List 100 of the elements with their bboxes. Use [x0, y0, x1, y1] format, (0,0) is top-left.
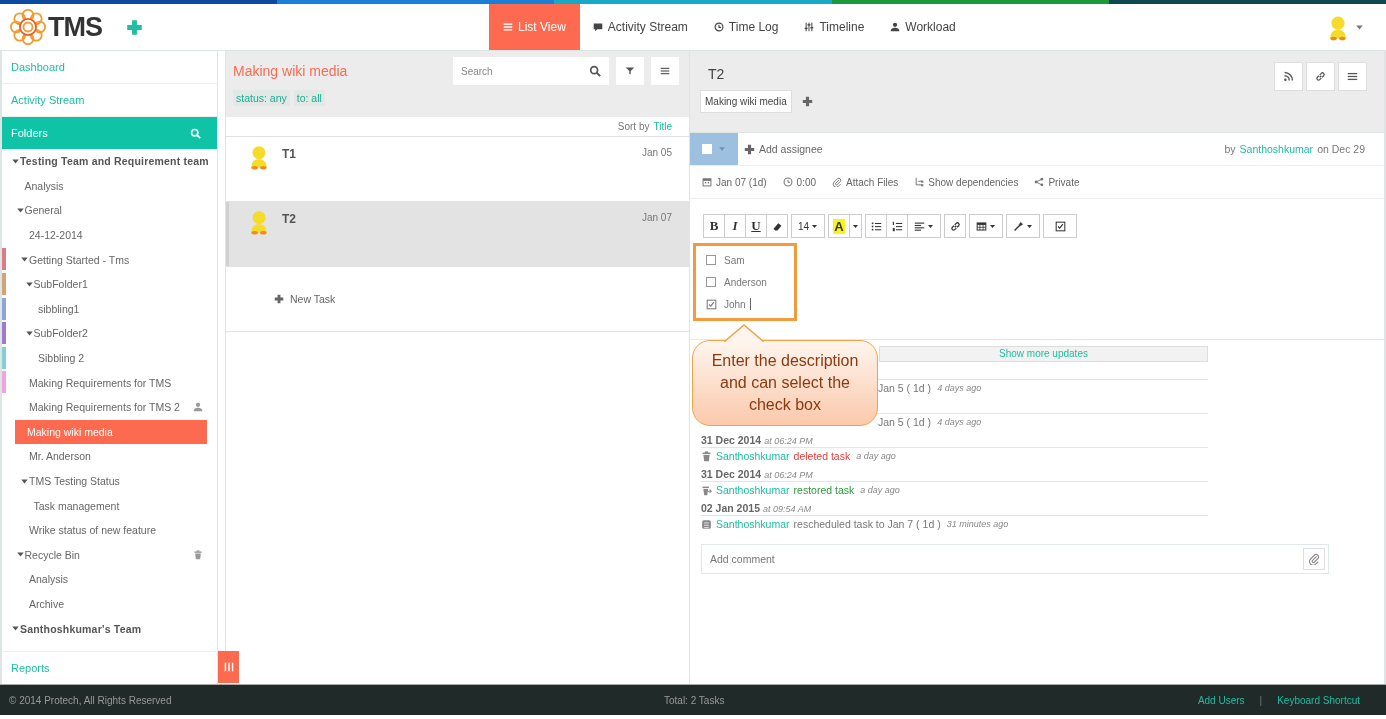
- style-button[interactable]: [1006, 214, 1040, 238]
- plus-icon: [274, 294, 284, 304]
- add-assignee-link[interactable]: Add assignee: [744, 143, 823, 155]
- meta-time-link[interactable]: 0:00: [782, 176, 817, 188]
- comment-field[interactable]: Add comment: [701, 544, 1329, 574]
- menu-icon: [1347, 71, 1358, 82]
- numbered-list-button[interactable]: [886, 214, 908, 238]
- footer-link[interactable]: Keyboard Shortcut: [1277, 694, 1360, 706]
- menu-button[interactable]: [651, 57, 679, 85]
- activity-time: at 09:54 AM: [762, 504, 812, 514]
- collapse-handle[interactable]: [218, 651, 239, 683]
- checkbox[interactable]: [706, 299, 716, 309]
- nav-tab[interactable]: Workload: [877, 4, 969, 50]
- activity-age: 4 days ago: [937, 383, 982, 393]
- task-date: Jan 07: [641, 211, 672, 223]
- filter-button[interactable]: [616, 57, 644, 85]
- dependencies-icon: [914, 177, 925, 187]
- meta-dependencies-link[interactable]: Show dependencies: [914, 176, 1019, 188]
- folder-item[interactable]: Getting Started - Tms: [2, 247, 217, 272]
- text-color-button[interactable]: A: [828, 214, 850, 238]
- author-prefix: by: [1224, 143, 1236, 155]
- folder-item[interactable]: Making Requirements for TMS 2: [2, 394, 217, 420]
- nav-tab[interactable]: Timeline: [791, 4, 878, 50]
- folder-title: Making wiki media: [233, 63, 349, 79]
- menu-button[interactable]: [1338, 62, 1367, 91]
- folder-item[interactable]: sibbling1: [2, 296, 217, 322]
- activity-time: at 06:24 PM: [764, 436, 813, 446]
- meta-privacy-link[interactable]: Private: [1034, 176, 1080, 188]
- folder-label: Getting Started - Tms: [29, 253, 130, 266]
- folder-item[interactable]: Mr. Anderson: [2, 444, 217, 469]
- activity-date: 31 Dec 2014: [701, 468, 762, 480]
- font-size-button[interactable]: 14: [791, 214, 825, 238]
- plus-icon: [126, 18, 143, 36]
- link-button[interactable]: [944, 214, 966, 238]
- footer-link[interactable]: Add Users: [1197, 694, 1245, 706]
- align-button[interactable]: [907, 214, 941, 238]
- flower-logo-icon: [10, 9, 46, 45]
- folder-label: Making wiki media: [27, 425, 113, 438]
- share-icon: [1034, 177, 1045, 187]
- folder-item[interactable]: Archive: [2, 591, 217, 617]
- list-icon: [503, 22, 513, 32]
- folder-item[interactable]: Analysis: [2, 567, 217, 592]
- table-button[interactable]: [969, 214, 1003, 238]
- underline-button[interactable]: U: [745, 214, 767, 238]
- search-field[interactable]: Search: [453, 57, 609, 85]
- sliders-icon: [804, 22, 815, 32]
- clear-format-button[interactable]: [766, 214, 788, 238]
- bullet-list-button[interactable]: [865, 214, 887, 238]
- folder-item[interactable]: 24-12-2014: [2, 222, 217, 248]
- caret-icon: [811, 222, 819, 230]
- folder-item[interactable]: TMS Testing Status: [2, 468, 217, 494]
- trash-icon: [701, 450, 712, 462]
- italic-button[interactable]: I: [724, 214, 746, 238]
- folder-item[interactable]: SubFolder2: [2, 321, 217, 346]
- attach-button[interactable]: [1303, 548, 1325, 570]
- clock-icon: [782, 177, 793, 187]
- numbered-list-icon: [891, 220, 903, 232]
- magic-wand-icon: [1013, 220, 1024, 232]
- calendar-icon: [701, 518, 712, 530]
- color-dropdown-button[interactable]: [849, 214, 862, 238]
- new-task-link[interactable]: New Task: [274, 293, 336, 305]
- meta-attach-link[interactable]: Attach Files: [832, 176, 899, 188]
- person-icon: [193, 402, 203, 413]
- caret-icon: [718, 145, 726, 153]
- folder-item[interactable]: General: [2, 198, 217, 223]
- checkbox[interactable]: [706, 277, 716, 287]
- folder-label: Archive: [29, 598, 64, 610]
- folder-item[interactable]: Recycle Bin: [2, 542, 217, 568]
- folder-item[interactable]: SubFolder1: [2, 271, 217, 297]
- meta-date-link[interactable]: Jan 07 (1d): [702, 176, 767, 188]
- folder-item[interactable]: Task management: [2, 493, 217, 518]
- folder-item[interactable]: Wrike status of new feature: [2, 517, 217, 543]
- folder-item[interactable]: Analysis: [2, 173, 217, 199]
- folder-item[interactable]: Making Requirements for TMS: [2, 370, 217, 395]
- folder-item[interactable]: Testing Team and Requirement team: [2, 149, 217, 174]
- folder-tag[interactable]: Making wiki media: [700, 90, 792, 113]
- bold-button[interactable]: B: [703, 214, 725, 238]
- add-button[interactable]: [126, 18, 143, 36]
- folder-item[interactable]: Sibbling 2: [2, 345, 217, 371]
- task-row[interactable]: T2 Jan 07: [226, 202, 689, 267]
- folder-label: Sibbling 2: [38, 352, 85, 365]
- avatar-icon: [248, 144, 270, 170]
- folder-item[interactable]: Santhoshkumar's Team: [2, 616, 217, 641]
- add-folder-button[interactable]: [801, 96, 813, 107]
- checkbox-icon: [706, 299, 717, 310]
- plus-icon: [801, 96, 813, 107]
- link-button[interactable]: [1306, 62, 1335, 91]
- nav-tab[interactable]: Activity Stream: [579, 4, 701, 50]
- checkbox-icon: [1054, 220, 1066, 232]
- nav-tab[interactable]: Time Log: [700, 4, 792, 50]
- rss-button[interactable]: [1274, 62, 1303, 91]
- filter-icon: [625, 66, 635, 76]
- paperclip-icon: [1308, 553, 1320, 565]
- caret-icon: [989, 222, 996, 230]
- checkbox-button[interactable]: [1043, 214, 1077, 238]
- checkbox[interactable]: [706, 255, 716, 265]
- status-checkbox[interactable]: [702, 144, 712, 154]
- table-icon: [976, 220, 987, 232]
- folder-label: 24-12-2014: [29, 229, 83, 242]
- bullet-list-icon: [870, 220, 882, 232]
